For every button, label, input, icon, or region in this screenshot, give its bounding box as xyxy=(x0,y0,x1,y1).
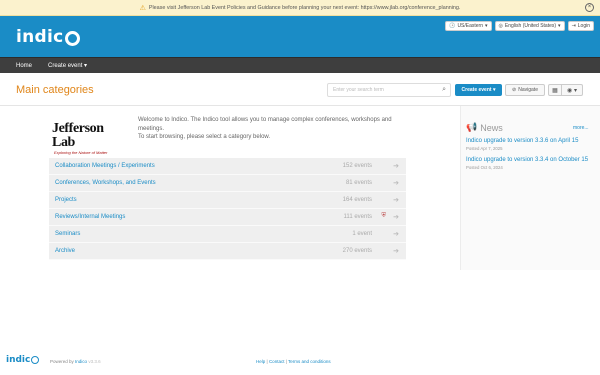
login-button[interactable]: ⇥ Login xyxy=(567,21,594,31)
news-date: Posted Oct 6, 2024 xyxy=(466,165,503,170)
page-title: Main categories xyxy=(16,84,94,96)
category-name[interactable]: Archive xyxy=(55,248,75,254)
jlab-tagline: Exploring the Nature of Matter xyxy=(54,150,108,155)
nav-create-event-label: Create event xyxy=(48,63,83,69)
calendar-icon: ▦ xyxy=(552,87,558,94)
category-list: Collaboration Meetings / Experiments 152… xyxy=(49,158,406,260)
indico-logo[interactable]: indic xyxy=(16,26,80,48)
chevron-down-icon: ▾ xyxy=(84,63,88,69)
chevron-down-icon: ▾ xyxy=(573,87,577,94)
help-link[interactable]: Help xyxy=(256,359,265,364)
news-heading-label: News xyxy=(480,122,503,133)
news-title[interactable]: Indico upgrade to version 3.3.6 on April… xyxy=(466,137,596,145)
login-label: Login xyxy=(577,23,590,29)
nav-create-event[interactable]: Create event ▾ xyxy=(48,62,87,69)
language-label: English (United States) xyxy=(504,23,557,29)
category-count: 164 events xyxy=(342,197,372,203)
category-row[interactable]: Collaboration Meetings / Experiments 152… xyxy=(49,158,406,175)
create-event-label: Create event xyxy=(461,87,492,93)
compass-icon: ⊘ xyxy=(512,87,517,93)
announcement-banner: ⚠ Please visit Jefferson Lab Event Polic… xyxy=(0,0,600,16)
search-icon[interactable]: ⌕ xyxy=(442,86,446,94)
search-placeholder: Enter your search term xyxy=(333,87,384,93)
eye-icon: ◉ xyxy=(567,87,573,94)
category-count: 270 events xyxy=(342,248,372,254)
category-toolbar: Main categories Enter your search term ⌕… xyxy=(0,73,600,106)
news-sidebar: 📢 News more... Indico upgrade to version… xyxy=(460,106,600,270)
logo-ring-icon xyxy=(64,30,80,46)
powered-by: Powered by Indico v3.3.6 xyxy=(50,359,101,364)
category-name[interactable]: Collaboration Meetings / Experiments xyxy=(55,163,155,169)
chevron-down-icon: ▾ xyxy=(558,23,561,29)
category-name[interactable]: Seminars xyxy=(55,231,80,237)
powered-by-label: Powered by xyxy=(50,359,74,364)
welcome-line-2: To start browsing, please select a categ… xyxy=(138,134,271,140)
category-row[interactable]: Conferences, Workshops, and Events 81 ev… xyxy=(49,175,406,192)
terms-link[interactable]: Terms and conditions xyxy=(288,359,331,364)
header: indic 🕓 US/Eastern ▾ ◎ English (United S… xyxy=(0,16,600,57)
warning-icon: ⚠ xyxy=(139,4,146,12)
footer-links: Help | Contact | Terms and conditions xyxy=(256,359,331,364)
banner-text: Please visit Jefferson Lab Event Policie… xyxy=(148,4,461,11)
shield-icon: ⛨ xyxy=(381,213,386,219)
arrow-right-icon[interactable]: ➔ xyxy=(393,196,399,204)
jefferson-lab-logo: Jefferson Lab Exploring the Nature of Ma… xyxy=(52,122,128,156)
category-row[interactable]: Reviews/Internal Meetings 111 events ⛨ ➔ xyxy=(49,209,406,226)
indico-version: v3.3.6 xyxy=(88,359,101,364)
globe-icon: ◎ xyxy=(498,23,503,29)
create-event-button[interactable]: Create event ▾ xyxy=(455,84,502,96)
jlab-name: Jefferson Lab xyxy=(52,121,104,150)
category-row[interactable]: Projects 164 events ➔ xyxy=(49,192,406,209)
category-name[interactable]: Conferences, Workshops, and Events xyxy=(55,180,156,186)
category-name[interactable]: Projects xyxy=(55,197,77,203)
news-date: Posted Apr 7, 2025 xyxy=(466,146,503,151)
close-icon[interactable]: × xyxy=(585,3,594,12)
timezone-label: US/Eastern xyxy=(457,23,484,29)
category-count: 81 events xyxy=(345,180,372,186)
arrow-right-icon[interactable]: ➔ xyxy=(393,179,399,187)
welcome-line-1: Welcome to Indico. The Indico tool allow… xyxy=(138,117,392,132)
news-more-link[interactable]: more... xyxy=(573,125,589,131)
contact-link[interactable]: Contact xyxy=(269,359,285,364)
category-row[interactable]: Archive 270 events ➔ xyxy=(49,243,406,260)
indico-link[interactable]: Indico xyxy=(75,359,87,364)
category-count: 152 events xyxy=(342,163,372,169)
search-input[interactable]: Enter your search term ⌕ xyxy=(327,83,451,97)
timezone-button[interactable]: 🕓 US/Eastern ▾ xyxy=(445,21,492,31)
category-count: 1 event xyxy=(352,231,372,237)
category-count: 111 events xyxy=(343,214,372,220)
arrow-right-icon[interactable]: ➔ xyxy=(393,247,399,255)
logo-ring-icon xyxy=(31,356,40,364)
nav-home[interactable]: Home xyxy=(16,63,32,69)
footer-logo-text: indic xyxy=(6,355,31,365)
logo-text: indic xyxy=(16,27,64,47)
language-button[interactable]: ◎ English (United States) ▾ xyxy=(494,21,565,31)
login-icon: ⇥ xyxy=(571,23,576,29)
welcome-text: Welcome to Indico. The Indico tool allow… xyxy=(138,116,408,142)
clock-icon: 🕓 xyxy=(449,23,456,29)
navigate-label: Navigate xyxy=(518,87,538,93)
arrow-right-icon[interactable]: ➔ xyxy=(393,230,399,238)
main-navbar: Home Create event ▾ xyxy=(0,57,600,73)
chevron-down-icon: ▾ xyxy=(485,23,488,29)
calendar-button[interactable]: ▦ xyxy=(548,84,562,96)
footer-indico-logo[interactable]: indic xyxy=(6,355,40,365)
news-title[interactable]: Indico upgrade to version 3.3.4 on Octob… xyxy=(466,156,596,164)
category-name[interactable]: Reviews/Internal Meetings xyxy=(55,214,125,220)
news-heading: 📢 News xyxy=(466,122,503,133)
chevron-down-icon: ▾ xyxy=(492,87,496,93)
arrow-right-icon[interactable]: ➔ xyxy=(393,162,399,170)
news-item: Indico upgrade to version 3.3.4 on Octob… xyxy=(466,156,596,170)
footer: indic Powered by Indico v3.3.6 Help | Co… xyxy=(0,352,600,368)
megaphone-icon: 📢 xyxy=(466,122,478,132)
view-options-button[interactable]: ◉ ▾ xyxy=(562,84,583,96)
navigate-button[interactable]: ⊘ Navigate xyxy=(505,84,545,96)
news-item: Indico upgrade to version 3.3.6 on April… xyxy=(466,137,596,151)
arrow-right-icon[interactable]: ➔ xyxy=(393,213,399,221)
category-row[interactable]: Seminars 1 event ➔ xyxy=(49,226,406,243)
